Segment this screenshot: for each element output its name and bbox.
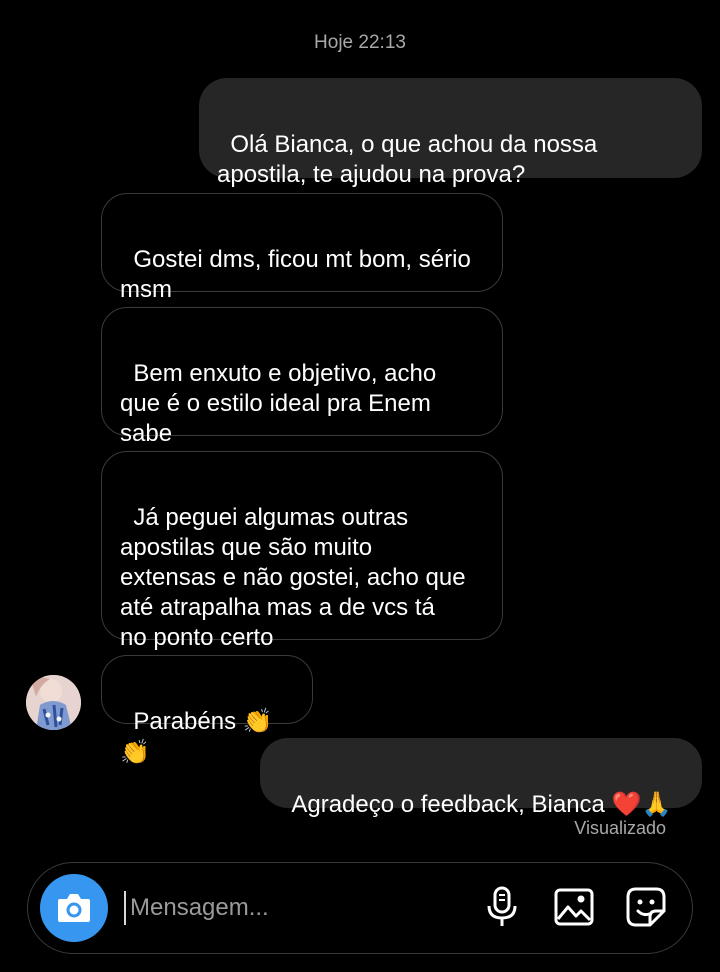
message-text: Gostei dms, ficou mt bom, sério msm <box>120 246 471 303</box>
message-input[interactable] <box>124 891 460 925</box>
message-text: Parabéns <box>133 708 243 735</box>
camera-button[interactable] <box>40 874 108 942</box>
outgoing-message-bubble[interactable]: Agradeço o feedback, Bianca ❤️🙏 <box>260 738 702 818</box>
incoming-message-bubble[interactable]: Gostei dms, ficou mt bom, sério msm <box>101 193 503 303</box>
outgoing-message-bubble[interactable]: Olá Bianca, o que achou da nossa apostil… <box>199 78 702 188</box>
seen-status: Visualizado <box>574 818 666 838</box>
gallery-icon[interactable] <box>552 885 596 929</box>
message-text: Olá Bianca, o que achou da nossa apostil… <box>217 131 598 188</box>
message-text: Bem enxuto e objetivo, acho que é o esti… <box>120 360 437 447</box>
microphone-icon[interactable] <box>480 885 524 929</box>
incoming-message-bubble[interactable]: Já peguei algumas outras apostilas que s… <box>101 451 503 651</box>
message-text: Já peguei algumas outras apostilas que s… <box>120 504 466 651</box>
sticker-icon[interactable] <box>624 885 668 929</box>
avatar-photo-icon <box>26 675 81 730</box>
camera-icon <box>58 894 90 922</box>
contact-avatar[interactable] <box>26 675 81 730</box>
message-composer <box>27 862 693 954</box>
incoming-message-bubble[interactable]: Parabéns 👏👏 <box>101 655 313 766</box>
conversation-timestamp: Hoje 22:13 <box>314 32 406 53</box>
incoming-message-bubble[interactable]: Bem enxuto e objetivo, acho que é o esti… <box>101 307 503 447</box>
message-text: Agradeço o feedback, Bianca <box>291 791 612 818</box>
heart-pray-emoji: ❤️🙏 <box>611 790 672 818</box>
